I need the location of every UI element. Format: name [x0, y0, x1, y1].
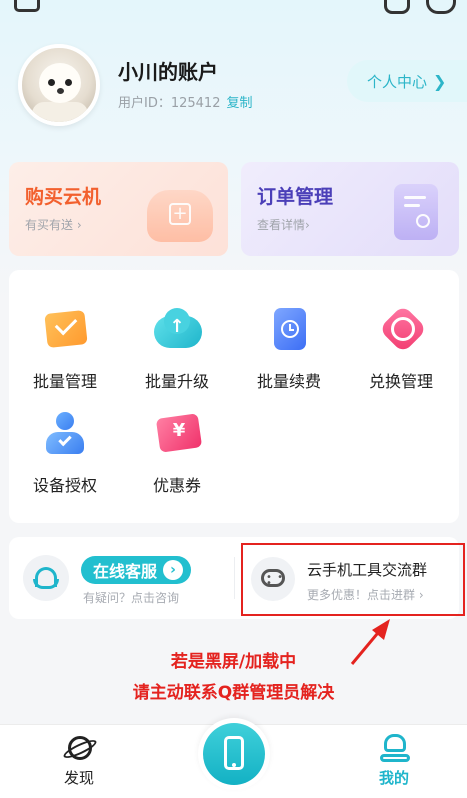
bell-icon[interactable] — [384, 0, 410, 14]
order-card-subtitle: 查看详情› — [257, 218, 310, 232]
divider — [234, 557, 235, 599]
chevron-right-circle-icon: › — [163, 560, 184, 580]
avatar-dog-face — [39, 63, 81, 103]
copy-uid-button[interactable]: 复制 — [226, 96, 252, 111]
headset-icon[interactable] — [23, 555, 69, 601]
tab-discover[interactable]: 发现 — [39, 733, 119, 788]
personal-center-button[interactable]: 个人中心 ❯ — [347, 60, 467, 102]
order-management-card[interactable]: 订单管理 查看详情› — [241, 162, 459, 256]
grid-item-label: 批量升级 — [144, 372, 209, 391]
grid-item-batch-upgrade[interactable]: ↑ 批量升级 — [121, 306, 233, 392]
order-card-title: 订单管理 — [257, 186, 334, 208]
order-document-icon — [394, 184, 438, 240]
account-name: 小川的账户 — [118, 60, 218, 84]
renew-clock-icon — [262, 306, 316, 354]
tab-discover-label: 发现 — [63, 769, 94, 787]
tab-mine-label: 我的 — [378, 769, 409, 787]
avatar[interactable] — [18, 44, 100, 126]
grid-item-label: 批量续费 — [256, 372, 321, 391]
chevron-right-icon: ❯ — [433, 71, 447, 91]
buy-card-title: 购买云机 — [25, 186, 102, 208]
buy-cloud-phone-card[interactable]: 购买云机 有买有送 › + — [9, 162, 228, 256]
planet-icon — [61, 733, 99, 763]
coupon-icon: ¥ — [150, 410, 204, 458]
profile-icon — [378, 733, 410, 763]
tab-mine[interactable]: 我的 — [354, 733, 434, 788]
notice-line-1: 若是黑屏/加载中 — [170, 652, 297, 672]
top-toolbar — [0, 0, 467, 16]
personal-center-label: 个人中心 — [367, 72, 428, 91]
user-id-value: 用户ID：125412 — [118, 96, 221, 111]
join-group-entry[interactable]: • • • 云手机工具交流群 更多优惠！点击进群 › — [241, 543, 465, 616]
exchange-icon — [374, 304, 428, 354]
grid-item-label: 设备授权 — [32, 476, 97, 495]
grid-item-label: 批量管理 — [32, 372, 97, 391]
grid-item-coupon[interactable]: ¥ 优惠券 — [121, 410, 233, 496]
grid-item-batch-manage[interactable]: 批量管理 — [9, 306, 121, 392]
chat-bubble-icon: • • • — [251, 557, 295, 601]
user-id: 用户ID：125412 复制 — [118, 92, 253, 111]
group-subtitle: 更多优惠！点击进群 › — [307, 588, 424, 602]
group-title: 云手机工具交流群 — [307, 561, 428, 579]
device-auth-icon — [38, 410, 92, 458]
grid-item-device-auth[interactable]: 设备授权 — [9, 410, 121, 496]
online-service-label: 在线客服 — [93, 562, 158, 581]
grid-item-label: 优惠券 — [152, 476, 201, 495]
settings-icon[interactable] — [426, 0, 456, 14]
grid-item-exchange[interactable]: 兑换管理 — [345, 304, 457, 392]
online-service-subtitle: 有疑问？点击咨询 — [83, 591, 180, 605]
shopping-bag-icon: + — [147, 190, 213, 242]
tools-grid: 批量管理 ↑ 批量升级 批量续费 兑换管理 设备授权 ¥ 优惠券 — [9, 270, 459, 523]
buy-card-subtitle: 有买有送 › — [25, 218, 82, 232]
cloud-phone-fab[interactable] — [198, 718, 270, 790]
cloud-upload-icon: ↑ — [150, 306, 204, 354]
online-service-button[interactable]: 在线客服 › — [81, 556, 192, 584]
avatar-eye-left — [48, 79, 55, 86]
avatar-nose — [57, 88, 64, 94]
notice-line-2: 请主动联系Q群管理员解决 — [132, 683, 335, 703]
avatar-eye-right — [65, 79, 72, 86]
grid-item-batch-renew[interactable]: 批量续费 — [233, 306, 345, 392]
phone-icon — [203, 723, 265, 785]
scan-icon[interactable] — [14, 0, 40, 12]
batch-manage-icon — [38, 306, 92, 354]
grid-item-label: 兑换管理 — [368, 372, 433, 391]
